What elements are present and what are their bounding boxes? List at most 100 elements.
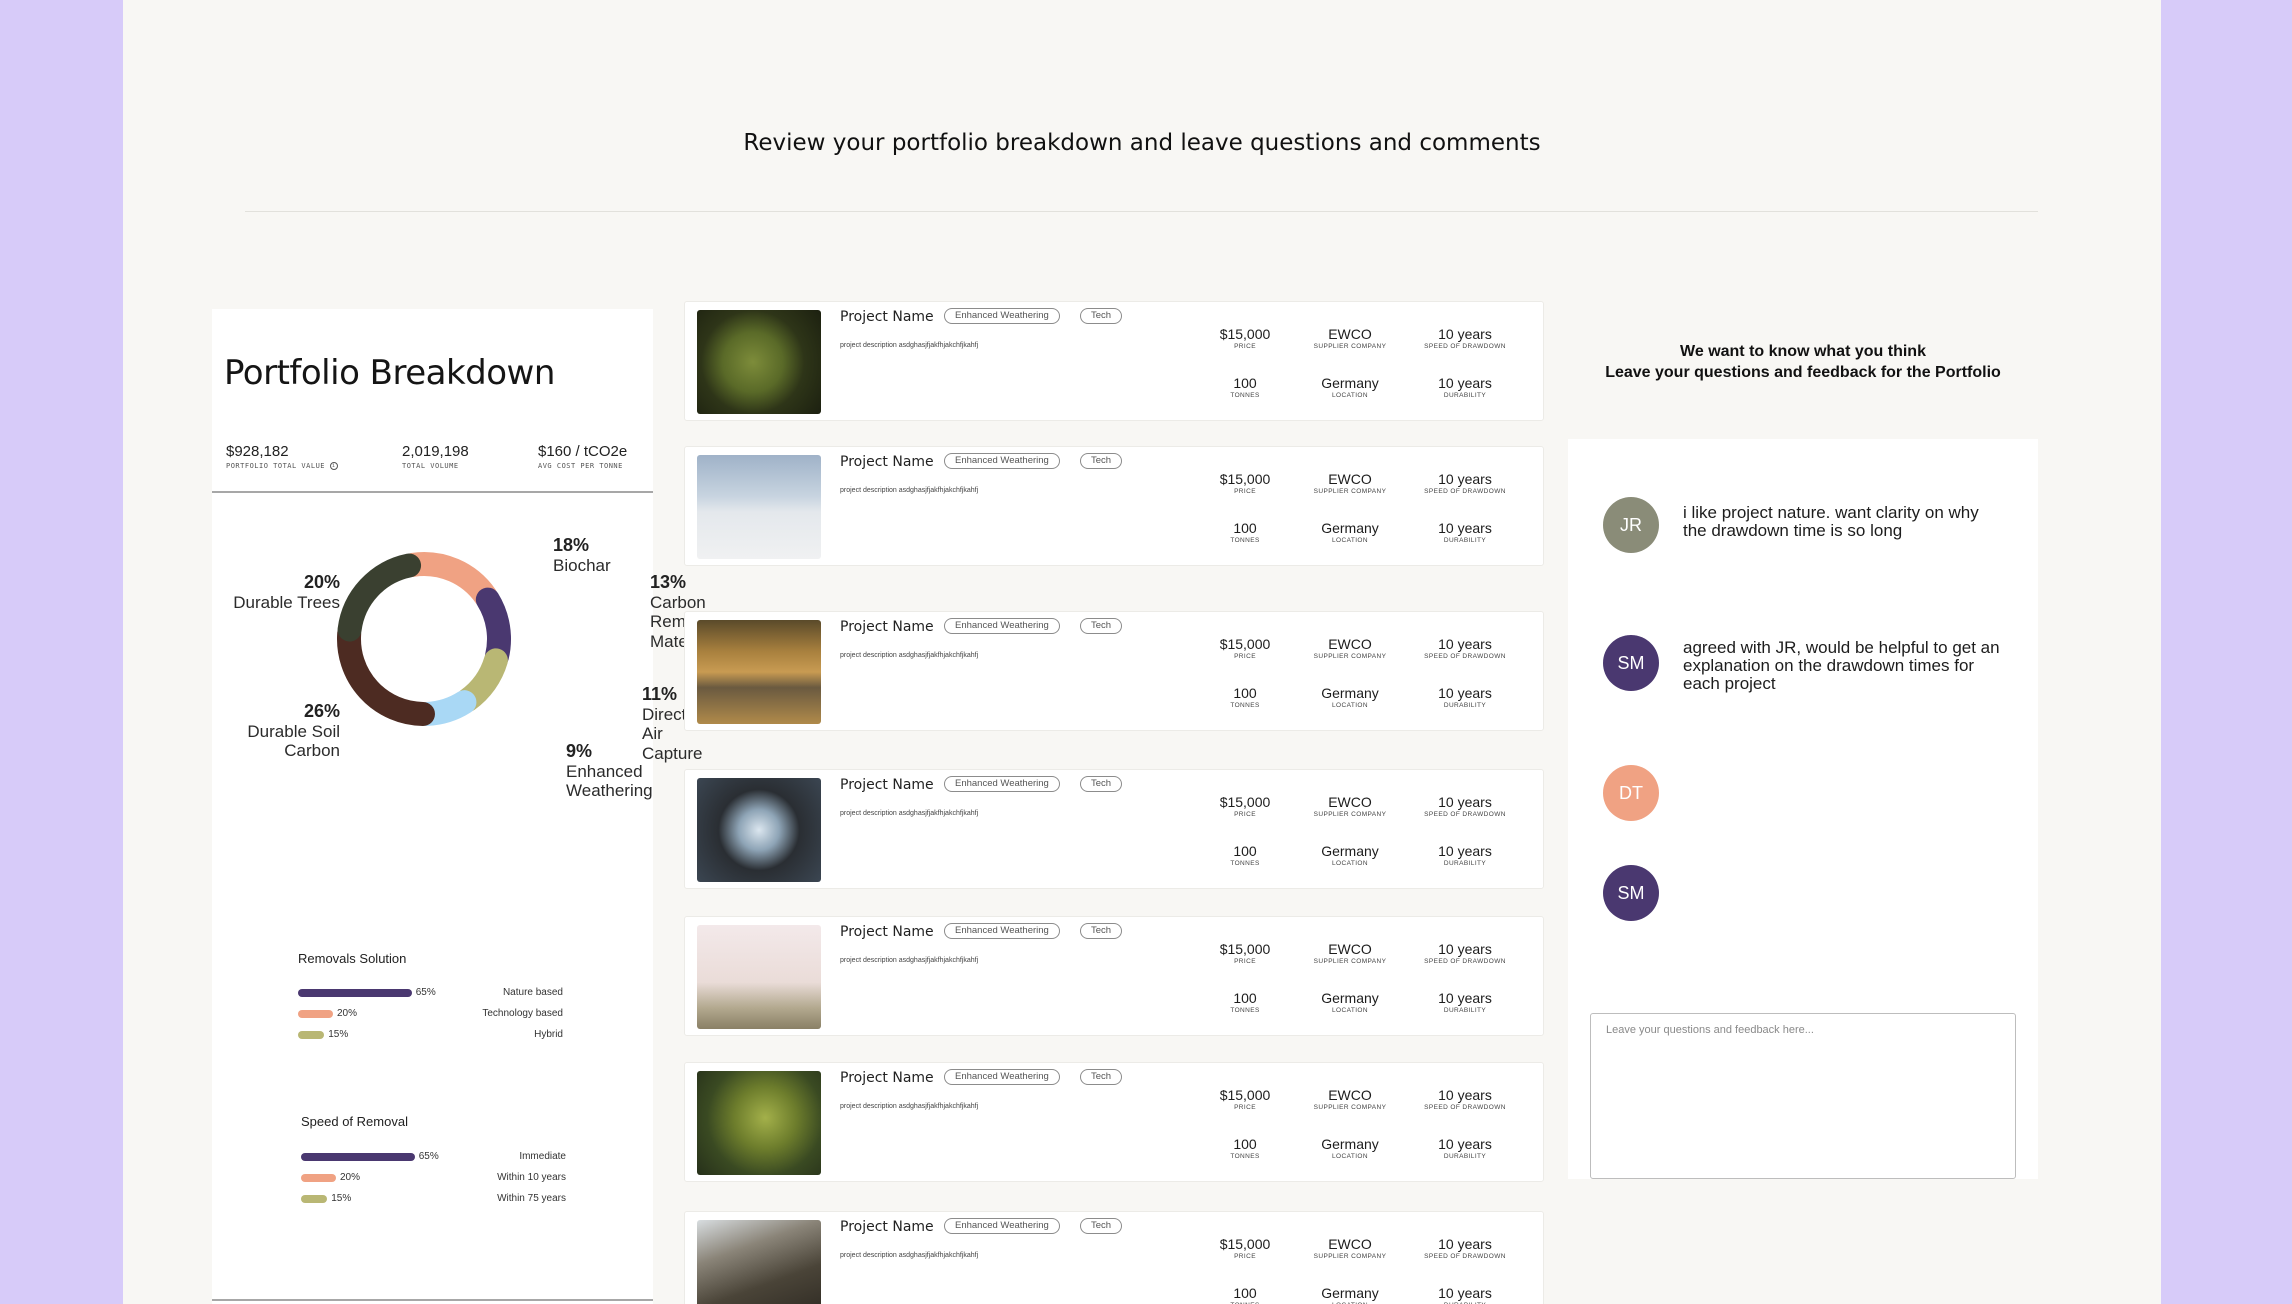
tag-chip[interactable]: Tech (1080, 1218, 1123, 1234)
price-field: $15,000 PRICE (1185, 794, 1305, 818)
tonnes-value: 100 (1233, 990, 1257, 1006)
price-value: $15,000 (1219, 941, 1271, 957)
tag-chip[interactable]: Enhanced Weathering (944, 1069, 1060, 1085)
speed-label: SPEED OF DRAWDOWN (1424, 1253, 1506, 1260)
project-name: Project Name (840, 309, 934, 325)
tag-chip[interactable]: Tech (1080, 618, 1123, 634)
tonnes-label: TONNES (1230, 537, 1260, 544)
location-value: Germany (1321, 990, 1379, 1006)
price-value: $15,000 (1219, 794, 1271, 810)
tag-chip[interactable]: Tech (1080, 1069, 1123, 1085)
label-durable-soil-name: Durable Soil Carbon (247, 721, 340, 761)
durability-field: 10 yearsDURABILITY (1405, 520, 1525, 544)
speed-field: 10 years SPEED OF DRAWDOWN (1405, 471, 1525, 495)
tonnes-value: 100 (1233, 1136, 1257, 1152)
price-field: $15,000 PRICE (1185, 471, 1305, 495)
project-card[interactable]: Project Name Enhanced Weathering Tech pr… (684, 611, 1544, 731)
location-label: LOCATION (1332, 860, 1368, 867)
project-card[interactable]: Project Name Enhanced Weathering Tech pr… (684, 301, 1544, 421)
durability-label: DURABILITY (1443, 537, 1487, 544)
supplier-value: EWCO (1328, 794, 1372, 810)
project-card[interactable]: Project Name Enhanced Weathering Tech pr… (684, 1062, 1544, 1182)
project-card[interactable]: Project Name Enhanced Weathering Tech pr… (684, 916, 1544, 1036)
bar (301, 1153, 415, 1161)
supplier-field: EWCO SUPPLIER COMPANY (1290, 794, 1410, 818)
speed-value: 10 years (1438, 636, 1492, 652)
label-biochar-name: Biochar (553, 555, 611, 575)
project-description: project description asdghasjfjakfhjakchf… (840, 1252, 979, 1259)
speed-label: SPEED OF DRAWDOWN (1424, 343, 1506, 350)
tonnes-value: 100 (1233, 685, 1257, 701)
price-value: $15,000 (1219, 1236, 1271, 1252)
avatar: JR (1603, 497, 1659, 553)
bar-pct: 65% (415, 987, 436, 998)
speed-value: 10 years (1438, 941, 1492, 957)
label-biochar-pct: 18% (553, 535, 590, 555)
tag-chip[interactable]: Enhanced Weathering (944, 618, 1060, 634)
project-description: project description asdghasjfjakfhjakchf… (840, 810, 979, 817)
bar-label: Technology based (482, 1008, 563, 1019)
label-durable-trees-name: Durable Trees (233, 592, 340, 612)
price-field: $15,000 PRICE (1185, 1087, 1305, 1111)
tag-chip[interactable]: Enhanced Weathering (944, 776, 1060, 792)
supplier-field: EWCO SUPPLIER COMPANY (1290, 636, 1410, 660)
durability-value: 10 years (1438, 375, 1492, 391)
bar-label: Immediate (519, 1151, 566, 1162)
durability-value: 10 years (1438, 990, 1492, 1006)
tag-chip[interactable]: Enhanced Weathering (944, 453, 1060, 469)
tag-chip[interactable]: Tech (1080, 923, 1123, 939)
label-durable-trees: 20% Durable Trees (212, 572, 340, 612)
tag-chip[interactable]: Tech (1080, 453, 1123, 469)
bar-pct: 65% (418, 1151, 439, 1162)
project-card[interactable]: Project Name Enhanced Weathering Tech pr… (684, 769, 1544, 889)
tag-chip[interactable]: Enhanced Weathering (944, 1218, 1060, 1234)
project-card[interactable]: Project Name Enhanced Weathering Tech pr… (684, 1211, 1544, 1304)
speed-label: SPEED OF DRAWDOWN (1424, 653, 1506, 660)
location-field: GermanyLOCATION (1290, 990, 1410, 1014)
supplier-label: SUPPLIER COMPANY (1313, 343, 1387, 350)
price-label: PRICE (1234, 1104, 1256, 1111)
supplier-label: SUPPLIER COMPANY (1313, 488, 1387, 495)
supplier-field: EWCO SUPPLIER COMPANY (1290, 326, 1410, 350)
price-value: $15,000 (1219, 471, 1271, 487)
bar-row: 15% Hybrid (298, 1029, 563, 1041)
bar (301, 1174, 336, 1182)
label-enhanced-weathering-name: Enhanced Weathering (566, 761, 653, 801)
tag-chip[interactable]: Enhanced Weathering (944, 308, 1060, 324)
donut-slice-durable-trees (337, 553, 422, 642)
price-field: $15,000 PRICE (1185, 941, 1305, 965)
bar-pct: 15% (331, 1193, 352, 1204)
price-value: $15,000 (1219, 326, 1271, 342)
page-headline: Review your portfolio breakdown and leav… (743, 130, 1541, 156)
tag-chip[interactable]: Tech (1080, 308, 1123, 324)
project-name: Project Name (840, 454, 934, 470)
price-label: PRICE (1234, 1253, 1256, 1260)
tonnes-label: TONNES (1230, 1007, 1260, 1014)
location-label: LOCATION (1332, 392, 1368, 399)
location-field: GermanyLOCATION (1290, 1285, 1410, 1304)
speed-value: 10 years (1438, 326, 1492, 342)
price-value: $15,000 (1219, 636, 1271, 652)
feedback-heading-line2: Leave your questions and feedback for th… (1605, 364, 2001, 381)
label-carbon-removed-pct: 13% (650, 572, 687, 592)
price-field: $15,000 PRICE (1185, 326, 1305, 350)
location-value: Germany (1321, 1285, 1379, 1301)
tag-chip[interactable]: Enhanced Weathering (944, 923, 1060, 939)
speed-field: 10 years SPEED OF DRAWDOWN (1405, 326, 1525, 350)
project-card[interactable]: Project Name Enhanced Weathering Tech pr… (684, 446, 1544, 566)
project-image (697, 778, 821, 882)
project-image (697, 1220, 821, 1304)
tonnes-label: TONNES (1230, 702, 1260, 709)
tonnes-field: 100TONNES (1185, 685, 1305, 709)
location-field: GermanyLOCATION (1290, 685, 1410, 709)
location-label: LOCATION (1332, 1153, 1368, 1160)
tag-chip[interactable]: Tech (1080, 776, 1123, 792)
supplier-field: EWCO SUPPLIER COMPANY (1290, 1236, 1410, 1260)
price-label: PRICE (1234, 811, 1256, 818)
speed-title: Speed of Removal (301, 1114, 408, 1129)
project-description: project description asdghasjfjakfhjakchf… (840, 342, 979, 349)
tonnes-field: 100TONNES (1185, 990, 1305, 1014)
price-label: PRICE (1234, 343, 1256, 350)
project-description: project description asdghasjfjakfhjakchf… (840, 487, 979, 494)
feedback-input[interactable] (1590, 1013, 2016, 1179)
